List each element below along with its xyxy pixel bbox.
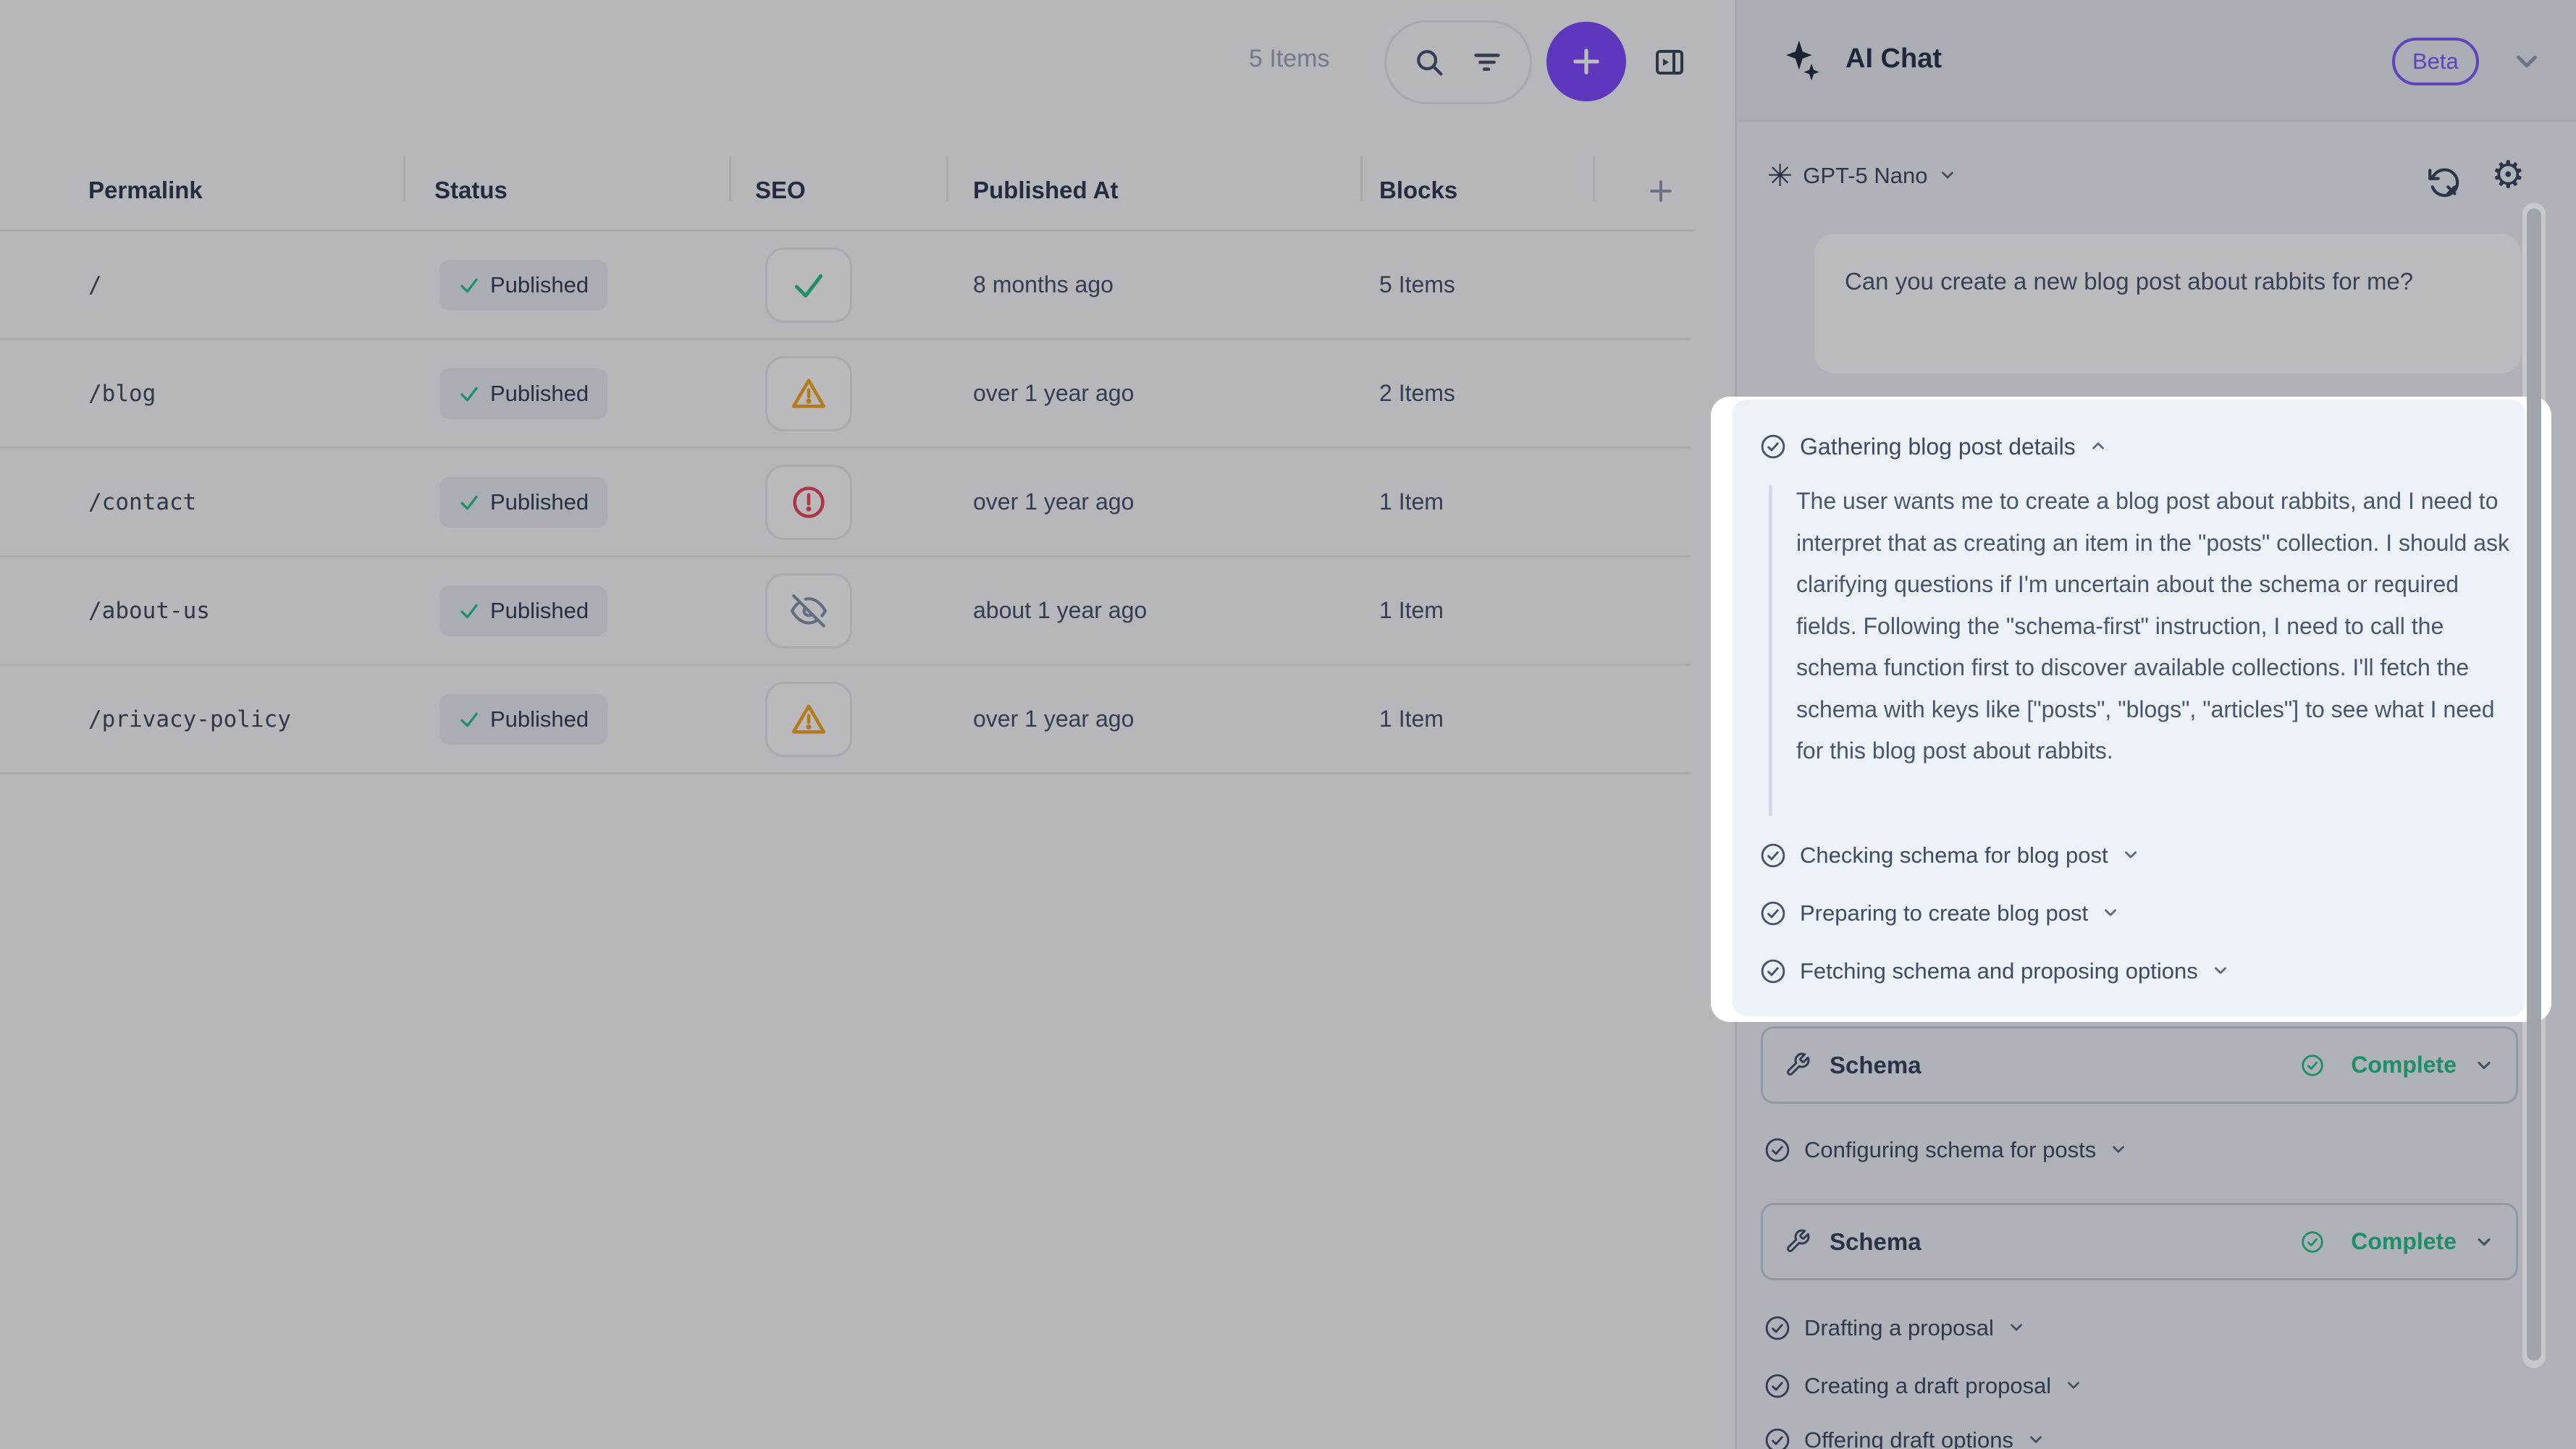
chevron-up-icon [2089,436,2109,457]
reasoning-step[interactable]: Preparing to create blog post [1759,900,2121,927]
chevron-down-icon [2211,961,2231,981]
check-circle-icon [1759,433,1787,460]
reasoning-body: The user wants me to create a blog post … [1796,481,2522,772]
reasoning-step[interactable]: Checking schema for blog post [1759,842,2142,869]
reasoning-indent-guide [1769,485,1772,816]
chevron-down-icon [2121,845,2142,866]
chat-scrollbar-thumb[interactable] [2527,208,2541,1361]
spotlighted-reasoning: Gathering blog post details The user wan… [1711,397,2551,1022]
step-label: Gathering blog post details [1800,434,2076,460]
check-circle-icon [1759,842,1787,869]
step-label: Fetching schema and proposing options [1800,958,2198,984]
reasoning-step[interactable]: Fetching schema and proposing options [1759,958,2231,985]
step-label: Checking schema for blog post [1800,842,2108,869]
chevron-down-icon [2101,903,2121,924]
check-circle-icon [1759,900,1787,927]
reasoning-step-expanded[interactable]: Gathering blog post details [1759,433,2109,460]
check-circle-icon [1759,958,1787,985]
step-label: Preparing to create blog post [1800,900,2088,926]
